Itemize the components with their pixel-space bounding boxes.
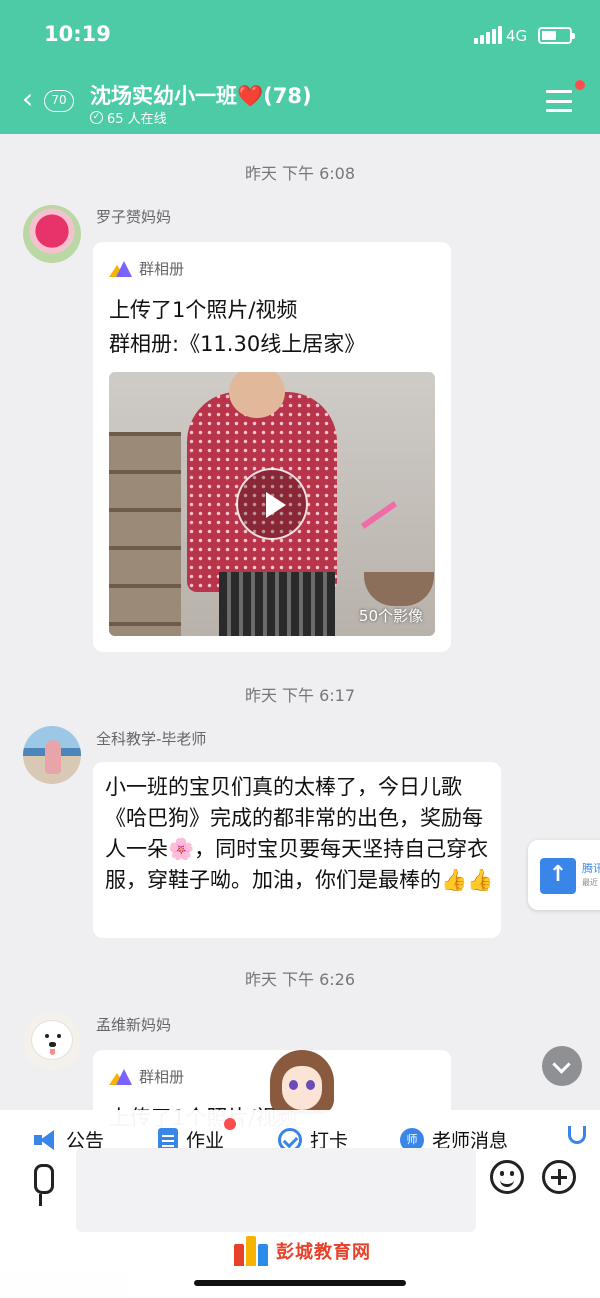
side-card-subtitle: 最近 [582,878,598,887]
group-title: 沈场实幼小一班❤️(78) [90,80,312,110]
album-icon [109,1068,132,1085]
member-count: (78) [263,84,312,108]
online-count: 65 人在线 [107,112,167,127]
media-count: 50个影像 [358,607,423,625]
heart-emoji: ❤️ [237,84,264,108]
emoji-icon[interactable] [490,1160,524,1194]
album-header: 群相册 [109,258,184,279]
album-message[interactable]: 群相册 上传了1个照片/视频 群相册:《11.30线上居家》 50个影像 [93,242,451,652]
sender-name: 孟维新妈妈 [96,1016,172,1034]
sender-name: 罗子赟妈妈 [96,208,172,226]
network-type: 4G [506,27,528,45]
back-unread-count[interactable]: 70 [44,90,74,112]
video-thumbnail[interactable]: 50个影像 [109,372,435,636]
sender-name: 全科教学-毕老师 [96,730,207,748]
avatar[interactable] [23,205,81,263]
back-icon[interactable]: ‹ [22,85,33,113]
plus-icon[interactable] [542,1160,576,1194]
top-bar: 10:19 4G ‹ 70 沈场实幼小一班❤️(78) ✓ 65 人在线 [0,0,600,134]
megaphone-icon [34,1128,58,1152]
message-time: 昨天 下午 6:26 [244,970,356,989]
online-check-icon: ✓ [90,111,103,124]
album-name: 群相册:《11.30线上居家》 [109,332,366,356]
message-time: 昨天 下午 6:08 [244,164,356,183]
album-header: 群相册 [109,1066,184,1087]
avatar[interactable] [23,726,81,784]
more-icon [568,1126,586,1144]
signal-icon [474,26,502,44]
assistant-character[interactable] [270,1050,334,1114]
watermark-logo [234,1236,268,1266]
microphone-icon[interactable] [26,1164,56,1208]
message-text: 小一班的宝贝们真的太棒了，今日儿歌《哈巴狗》完成的都非常的出色，奖励每人一朵🌸，… [105,775,494,892]
scroll-down-button[interactable] [542,1046,582,1086]
toolbar-more[interactable] [568,1126,586,1144]
menu-badge [575,80,585,90]
album-icon [109,260,132,277]
message-time: 昨天 下午 6:17 [244,686,356,705]
play-icon[interactable] [236,468,308,540]
arrow-up-icon: ↑ [540,858,576,894]
side-card-title: 腾讯 [582,862,600,875]
online-status: ✓ 65 人在线 [90,108,167,127]
album-upload-text: 上传了1个照片/视频 [109,298,298,322]
floating-app-card[interactable]: ↑ 腾讯 最近 [528,840,600,910]
avatar[interactable] [23,1012,81,1070]
group-name: 沈场实幼小一班 [90,84,237,108]
battery-icon [538,27,575,44]
text-message[interactable]: 小一班的宝贝们真的太棒了，今日儿歌《哈巴狗》完成的都非常的出色，奖励每人一朵🌸，… [93,762,501,938]
homework-badge [224,1118,236,1130]
album-label: 群相册 [139,1068,185,1086]
album-label: 群相册 [139,260,185,278]
message-input[interactable] [76,1148,476,1232]
watermark-text: 彭城教育网 [276,1242,371,1263]
status-time: 10:19 [44,22,111,46]
watermark: 彭城教育网 [234,1236,371,1266]
home-indicator[interactable] [194,1280,406,1286]
menu-icon[interactable] [546,90,572,112]
